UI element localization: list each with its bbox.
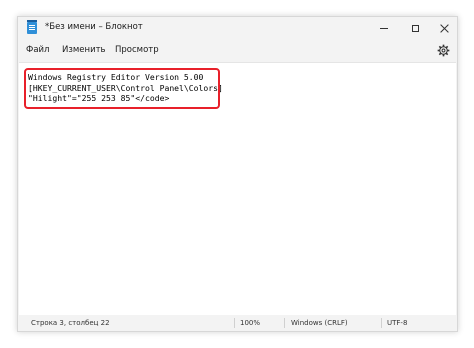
status-bar: Строка 3, столбец 22 100% Windows (CRLF)…: [18, 315, 457, 331]
menu-edit[interactable]: Изменить: [62, 45, 106, 55]
menu-bar: Файл Изменить Просмотр: [18, 41, 457, 61]
title-bar[interactable]: *Без имени – Блокнот: [18, 17, 457, 39]
line-ending[interactable]: Windows (CRLF): [291, 319, 348, 327]
gear-icon[interactable]: [437, 44, 450, 57]
highlight-annotation: [24, 68, 220, 109]
encoding[interactable]: UTF-8: [387, 319, 407, 327]
cursor-position: Строка 3, столбец 22: [31, 319, 110, 327]
menu-view[interactable]: Просмотр: [115, 45, 159, 55]
status-divider: [234, 318, 235, 328]
window-title: *Без имени – Блокнот: [45, 22, 143, 32]
status-divider: [381, 318, 382, 328]
zoom-level[interactable]: 100%: [240, 319, 260, 327]
close-button[interactable]: [429, 17, 459, 39]
maximize-icon: [411, 24, 419, 32]
minimize-icon: [380, 27, 388, 29]
text-editor[interactable]: Windows Registry Editor Version 5.00 [HKE…: [19, 62, 456, 315]
notepad-icon: [27, 20, 37, 34]
maximize-button[interactable]: [400, 17, 430, 39]
minimize-button[interactable]: [369, 17, 399, 39]
close-icon: [440, 24, 449, 33]
status-divider: [284, 318, 285, 328]
notepad-window: *Без имени – Блокнот Файл Изменить Просм…: [17, 16, 458, 332]
menu-file[interactable]: Файл: [26, 45, 49, 55]
